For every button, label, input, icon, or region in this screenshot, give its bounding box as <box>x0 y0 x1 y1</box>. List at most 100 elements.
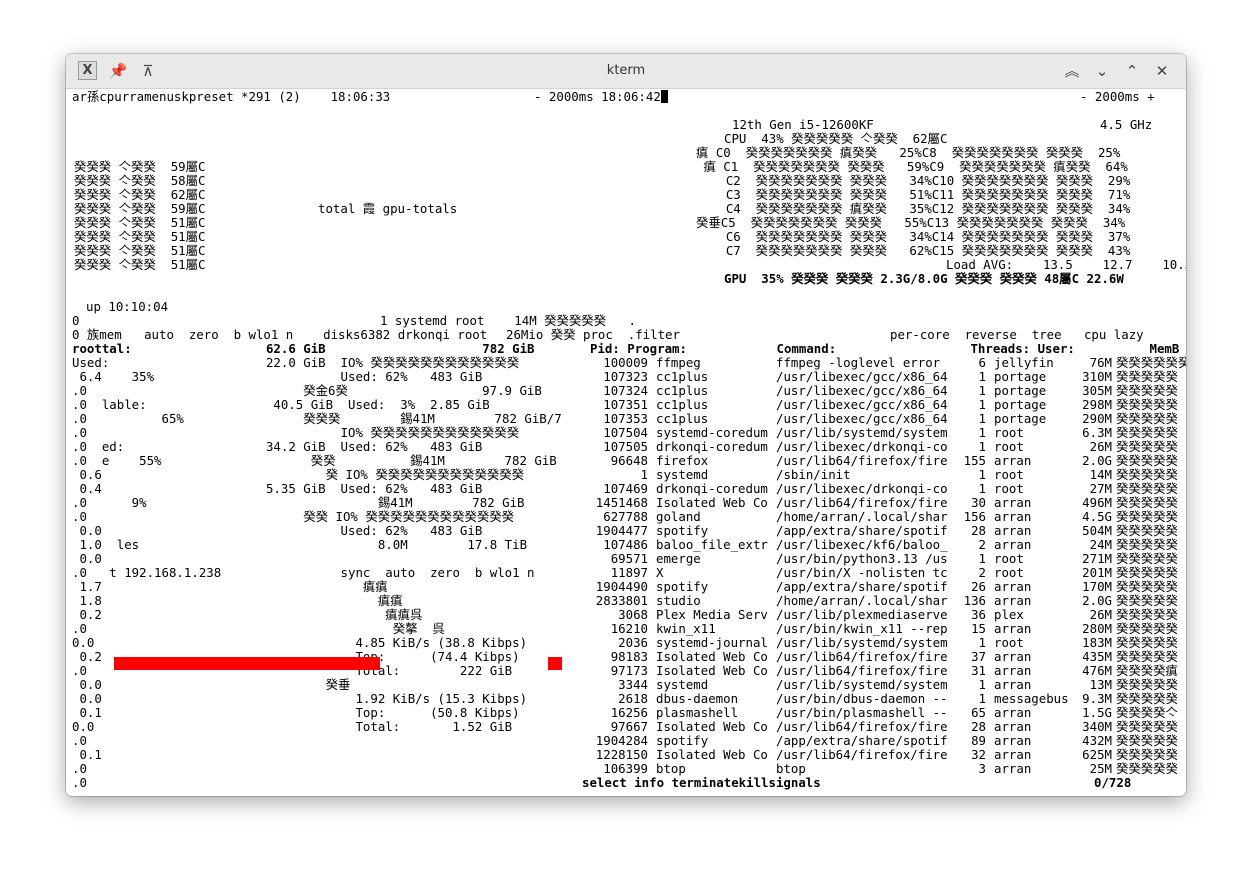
left-panel-row: 0.0 癸垂 <box>72 677 351 692</box>
left-panel-row: 1.0 les 8.0M 17.8 TiB <box>72 537 528 552</box>
process-row[interactable]: 107323 cc1plus/usr/libexec/gcc/x86_64- 1 po… <box>590 370 1180 384</box>
mem-cell: 298M <box>1082 398 1112 412</box>
proc-options[interactable]: per-core reverse tree cpu lazy <box>890 328 1144 342</box>
cpu-graph-cell: 癸癸癸癸癸 <box>1116 370 1178 384</box>
uptime: up 10:10:04 <box>86 299 169 314</box>
process-row[interactable]: 107353 cc1plus/usr/libexec/gcc/x86_64- 1 po… <box>590 412 1180 426</box>
process-row[interactable]: 96648 firefox/usr/lib64/firefox/firef 155 a… <box>590 454 1180 468</box>
cpu-core-line: C7 癸癸癸癸癸癸癸 癸癸癸 62%C15 癸癸癸癸癸癸癸 癸癸癸 43% <box>696 243 1131 258</box>
process-row[interactable]: 1904284 spotify/app/extra/share/spotify 89… <box>590 734 1180 748</box>
threads-cell: 2 <box>978 566 986 580</box>
threads-cell: 15 <box>971 622 986 636</box>
pid-cell: 1904477 <box>595 524 648 538</box>
mem-cell: 76M <box>1089 356 1112 370</box>
threads-cell: 1 <box>978 636 986 650</box>
process-row[interactable]: 97667 Isolated Web Co/usr/lib64/firefox/f… <box>590 720 1180 734</box>
process-row[interactable]: 69571 emerge/usr/bin/python3.13 /usr 1 root… <box>590 552 1180 566</box>
status-left: ar孫cpurramenuskpreset *291 (2) 18:06:33 <box>72 89 391 104</box>
left-panel-row: 1.7 瘨瘨 <box>72 579 388 594</box>
mem-cell: 25M <box>1089 762 1112 776</box>
process-row[interactable]: 1904490 spotify/app/extra/share/spotify 26… <box>590 580 1180 594</box>
pid-cell: 97173 <box>610 664 648 678</box>
status-right: - 2000ms + <box>1080 89 1155 104</box>
program-cell: systemd <box>656 678 709 692</box>
process-row[interactable]: 11897 X/usr/bin/X -nolisten tcp 2 root 201M 癸… <box>590 566 1180 580</box>
command-cell: /usr/lib64/firefox/firef <box>776 496 948 510</box>
left-panel-row: 0.1 Top: (50.8 Kibps) <box>72 705 520 720</box>
mem-cell: 340M <box>1082 720 1112 734</box>
cpu-graph-cell: 癸癸癸癸癸 <box>1116 622 1178 636</box>
process-row[interactable]: 1451468 Isolated Web Co/usr/lib64/firefox… <box>590 496 1180 510</box>
process-row[interactable]: 107351 cc1plus/usr/libexec/gcc/x86_64- 1 po… <box>590 398 1180 412</box>
left-panel-row: 0.0 <box>72 551 102 566</box>
process-row[interactable]: 2833801 studio/home/arran/.local/share 136… <box>590 594 1180 608</box>
process-row[interactable]: 16256 plasmashell/usr/bin/plasmashell --n… <box>590 706 1180 720</box>
command-cell: /usr/libexec/drkonqi-cor <box>776 482 948 496</box>
left-panel-row: .0 癸金6癸 97.9 GiB <box>72 383 542 398</box>
cpu-line: CPU 43% 癸癸癸癸癸 亽癸癸 62屬C <box>724 131 948 146</box>
process-row[interactable]: 97173 Isolated Web Co/usr/lib64/firefox/f… <box>590 664 1180 678</box>
program-cell: spotify <box>656 580 709 594</box>
pid-cell: 1451468 <box>595 496 648 510</box>
temp-line: 癸癸癸 亽癸癸 62屬C <box>74 187 206 202</box>
cpu-core-line: C6 癸癸癸癸癸癸癸 癸癸癸 34%C14 癸癸癸癸癸癸癸 癸癸癸 37% <box>696 229 1131 244</box>
program-cell: cc1plus <box>656 412 709 426</box>
pid-cell: 107323 <box>603 370 648 384</box>
command-cell: /app/extra/share/spotify <box>776 734 948 748</box>
net-bar-small <box>548 657 562 670</box>
left-panel-row: .0 <box>72 761 87 776</box>
process-row[interactable]: 1904477 spotify/app/extra/share/spotify 28… <box>590 524 1180 538</box>
mem-cell: 201M <box>1082 566 1112 580</box>
proc-header[interactable]: Pid: Program: Command: Threads: User: Me… <box>590 342 1186 356</box>
cpu-graph-cell: 癸癸癸癸亽 <box>1116 706 1178 720</box>
process-row[interactable]: 627788 goland/home/arran/.local/share 156 a… <box>590 510 1180 524</box>
mem-cell: 496M <box>1082 496 1112 510</box>
mem-cell: 305M <box>1082 384 1112 398</box>
left-panel-row: .0 癸摮 呉 <box>72 621 445 636</box>
shade-icon[interactable]: ︽ <box>1062 61 1082 81</box>
process-row[interactable]: 107505 drkonqi-coredum/usr/libexec/drkonq… <box>590 440 1180 454</box>
process-row[interactable]: 100009 ffmpeg ffmpeg -loglevel error -6 jel… <box>590 356 1186 370</box>
proc-count: 0/728 <box>1094 775 1132 790</box>
proc-top-line[interactable]: 26Mio 癸癸 proc .filter <box>506 328 680 342</box>
command-cell: /usr/lib64/firefox/firef <box>776 650 948 664</box>
left-panel-row: 0.4 5.35 GiB Used: 62% 483 GiB <box>72 481 483 496</box>
cpu-graph-cell: 癸癸癸癸癸 <box>1116 748 1178 762</box>
process-row[interactable]: 1228150 Isolated Web Co/usr/lib64/firefox… <box>590 748 1180 762</box>
process-row[interactable]: 107504 systemd-coredum/usr/lib/systemd/sy… <box>590 426 1180 440</box>
process-row[interactable]: 1 systemd/sbin/init 1 root 14M 癸癸癸癸癸 <box>590 468 1180 482</box>
process-row[interactable]: 2618 dbus-daemon/usr/bin/dbus-daemon --s 1… <box>590 692 1180 706</box>
mem-cell: 27M <box>1089 482 1112 496</box>
title-bar[interactable]: X 📌 ⊼ kterm ︽ ⌄ ⌃ ✕ <box>66 54 1186 89</box>
process-row[interactable]: 2036 systemd-journal/usr/lib/systemd/syst… <box>590 636 1180 650</box>
process-row[interactable]: 107469 drkonqi-coredum/usr/libexec/drkonq… <box>590 482 1180 496</box>
process-row[interactable]: 107324 cc1plus/usr/libexec/gcc/x86_64- 1 po… <box>590 384 1180 398</box>
command-cell: btop <box>776 762 806 776</box>
cpu-freq: 4.5 GHz <box>1100 117 1153 132</box>
mem-cell: 183M <box>1082 636 1112 650</box>
process-row[interactable]: 3068 Plex Media Serv/usr/lib/plexmediaser… <box>590 608 1180 622</box>
status-mid: - 2000ms 18:06:42 <box>534 90 668 104</box>
program-cell: firefox <box>656 454 709 468</box>
command-cell: /usr/lib64/firefox/firef <box>776 454 948 468</box>
process-row[interactable]: 3344 systemd/usr/lib/systemd/systemd 1 arra… <box>590 678 1180 692</box>
mem-cell: 14M <box>1089 468 1112 482</box>
process-row[interactable]: 107486 baloo_file_extr/usr/libexec/kf6/ba… <box>590 538 1180 552</box>
gpu-line: GPU 35% 癸癸癸 癸癸癸 2.3G/8.0G 癸癸癸 癸癸癸 48屬C 2… <box>724 271 1124 286</box>
pid-cell: 2036 <box>618 636 648 650</box>
proc-footer[interactable]: select info terminatekillsignals <box>582 776 821 790</box>
process-row[interactable]: 106399btopbtop3arran25M癸癸癸癸癸0 <box>590 762 1180 776</box>
process-row[interactable]: 98183 Isolated Web Co/usr/lib64/firefox/f… <box>590 650 1180 664</box>
mem-header[interactable]: 0 族mem auto zero b wlo1 n disks6382 drko… <box>72 328 487 342</box>
close-icon[interactable]: ✕ <box>1152 61 1172 81</box>
terminal-area[interactable]: ar孫cpurramenuskpreset *291 (2) 18:06:33 … <box>72 89 1186 794</box>
temp-line: 癸癸癸 亽癸癸 59屬C <box>74 159 206 174</box>
command-cell: /home/arran/.local/share <box>776 510 948 524</box>
minimize-icon[interactable]: ⌄ <box>1092 61 1112 81</box>
mem-cell: 24M <box>1089 538 1112 552</box>
process-row[interactable]: 16210 kwin_x11/usr/bin/kwin_x11 --repl 15 a… <box>590 622 1180 636</box>
pid-cell: 11897 <box>610 566 648 580</box>
load-avg: Load AVG: 13.5 12.7 10.3 <box>946 257 1186 272</box>
maximize-icon[interactable]: ⌃ <box>1122 61 1142 81</box>
left-panel-row: 0.0 1.92 KiB/s (15.3 Kibps) <box>72 691 528 706</box>
